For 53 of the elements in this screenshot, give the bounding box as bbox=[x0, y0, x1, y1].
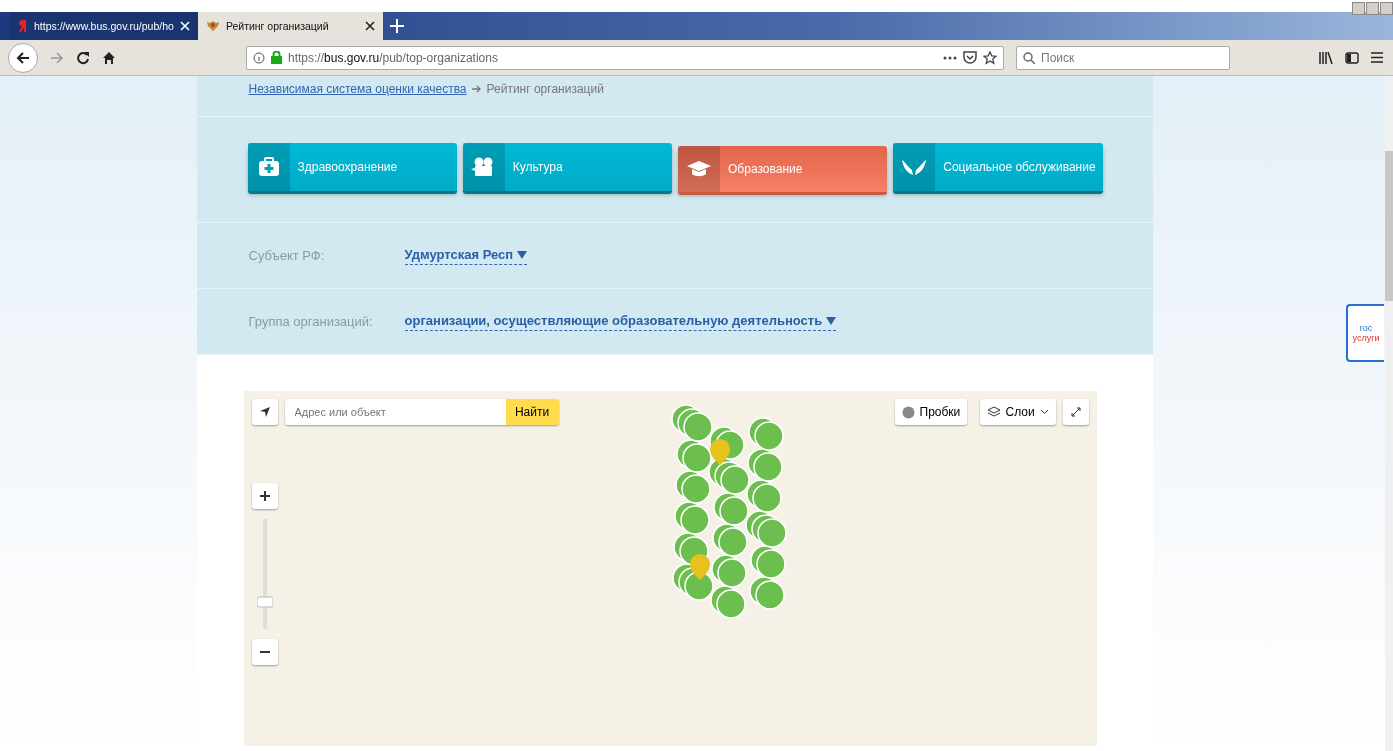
address-input[interactable]: Адрес или объект bbox=[284, 399, 506, 425]
layers-icon bbox=[986, 406, 1001, 418]
graduation-cap-icon bbox=[686, 160, 712, 178]
plus-icon bbox=[258, 490, 271, 502]
caret-icon bbox=[826, 316, 837, 325]
chevron-icon bbox=[1039, 409, 1049, 415]
filter-label: Группа организаций: bbox=[248, 314, 374, 329]
medkit-icon bbox=[257, 157, 280, 177]
browser-tab[interactable]: https://www.bus.gov.ru/pub/ho bbox=[10, 12, 198, 40]
reload-icon[interactable] bbox=[76, 50, 90, 65]
fullscreen-button[interactable] bbox=[1062, 399, 1089, 425]
scrollbar-thumb[interactable] bbox=[1385, 151, 1393, 301]
find-button[interactable]: Найти bbox=[505, 399, 559, 425]
gosuslugi-badge[interactable]: гос услуги bbox=[1346, 304, 1384, 362]
map-placeholder[interactable]: Адрес или объект Найти Пробки Слои bbox=[243, 391, 1097, 746]
locate-arrow-icon bbox=[258, 406, 271, 418]
sidebar-icon[interactable] bbox=[1345, 51, 1359, 64]
info-icon[interactable] bbox=[253, 51, 265, 64]
caret-icon bbox=[517, 250, 528, 259]
pocket-icon[interactable] bbox=[963, 51, 977, 64]
back-icon bbox=[16, 50, 30, 65]
library-icon[interactable] bbox=[1319, 51, 1333, 64]
badge-text: гос bbox=[1359, 323, 1373, 333]
letter-logo-icon bbox=[18, 19, 28, 33]
badge-text: услуги bbox=[1352, 333, 1380, 343]
back-button[interactable] bbox=[8, 42, 38, 73]
search-icon bbox=[1023, 51, 1035, 64]
filter-dropdown[interactable]: Удмуртская Респ bbox=[404, 246, 528, 265]
filter-dropdown[interactable]: организации, осуществляющие образовательную деятельность bbox=[404, 312, 837, 331]
breadcrumb-current: Рейтинг организаций bbox=[486, 82, 604, 96]
breadcrumb-link[interactable]: Независимая система оценки качества bbox=[248, 82, 467, 96]
zoom-in-button[interactable] bbox=[251, 483, 278, 509]
expand-icon bbox=[1070, 407, 1081, 417]
zoom-out-button[interactable] bbox=[251, 639, 278, 665]
traffic-button[interactable]: Пробки bbox=[894, 399, 968, 425]
locate-button[interactable] bbox=[251, 399, 278, 425]
category-tab[interactable]: Образование bbox=[678, 146, 888, 192]
filter-label: Субъект РФ: bbox=[248, 248, 326, 263]
menu-icon[interactable] bbox=[1371, 52, 1383, 63]
emblem-icon bbox=[205, 19, 220, 33]
layers-button[interactable]: Слои bbox=[979, 399, 1056, 425]
hands-icon bbox=[901, 158, 928, 176]
lock-icon bbox=[271, 51, 282, 64]
home-icon[interactable] bbox=[102, 50, 116, 65]
new-tab-icon[interactable] bbox=[389, 19, 404, 33]
traffic-icon bbox=[901, 405, 915, 419]
star-icon[interactable] bbox=[983, 50, 997, 65]
browser-tab[interactable]: Рейтинг организаций bbox=[197, 12, 383, 40]
more-icon[interactable] bbox=[943, 55, 957, 60]
arrow-icon bbox=[471, 85, 482, 93]
search-field[interactable]: Поиск bbox=[1016, 45, 1230, 70]
zoom-slider-drawing[interactable] bbox=[256, 519, 273, 629]
close-icon[interactable] bbox=[364, 21, 375, 31]
